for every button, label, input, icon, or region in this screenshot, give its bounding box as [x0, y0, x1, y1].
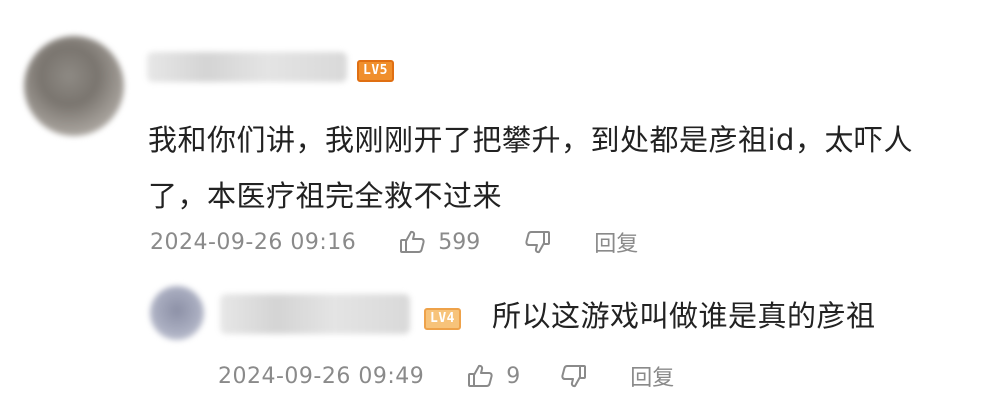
reply-meta: 2024-09-26 09:49 9 回复: [218, 358, 674, 394]
thumbs-up-icon: [466, 362, 494, 390]
level-badge: LV5: [357, 60, 394, 82]
reply-text: 所以这游戏叫做谁是真的彦祖: [492, 299, 876, 333]
reply-reply-button[interactable]: 回复: [630, 360, 674, 392]
reply-like-button[interactable]: 9: [466, 362, 560, 390]
reply-button[interactable]: 回复: [594, 226, 638, 258]
thumbs-down-icon[interactable]: [560, 362, 588, 390]
like-button[interactable]: 599: [398, 228, 524, 256]
timestamp: 2024-09-26 09:16: [150, 229, 357, 255]
reply-username-blurred[interactable]: [220, 294, 410, 334]
comment-meta: 2024-09-26 09:16 599 回复: [150, 224, 638, 260]
username-blurred[interactable]: [147, 52, 347, 82]
like-count: 599: [438, 229, 481, 255]
thumbs-up-icon: [398, 228, 426, 256]
reply-avatar[interactable]: [150, 286, 204, 340]
reply-timestamp: 2024-09-26 09:49: [218, 363, 425, 389]
comment-text: 我和你们讲，我刚刚开了把攀升，到处都是彦祖id，太吓人了，本医疗祖完全救不过来: [148, 123, 913, 213]
comment-thread: LV5 我和你们讲，我刚刚开了把攀升，到处都是彦祖id，太吓人了，本医疗祖完全救…: [0, 0, 1004, 420]
thumbs-down-icon[interactable]: [524, 228, 552, 256]
reply-like-count: 9: [506, 363, 521, 389]
avatar[interactable]: [24, 36, 124, 136]
reply-level-badge: LV4: [424, 308, 461, 330]
